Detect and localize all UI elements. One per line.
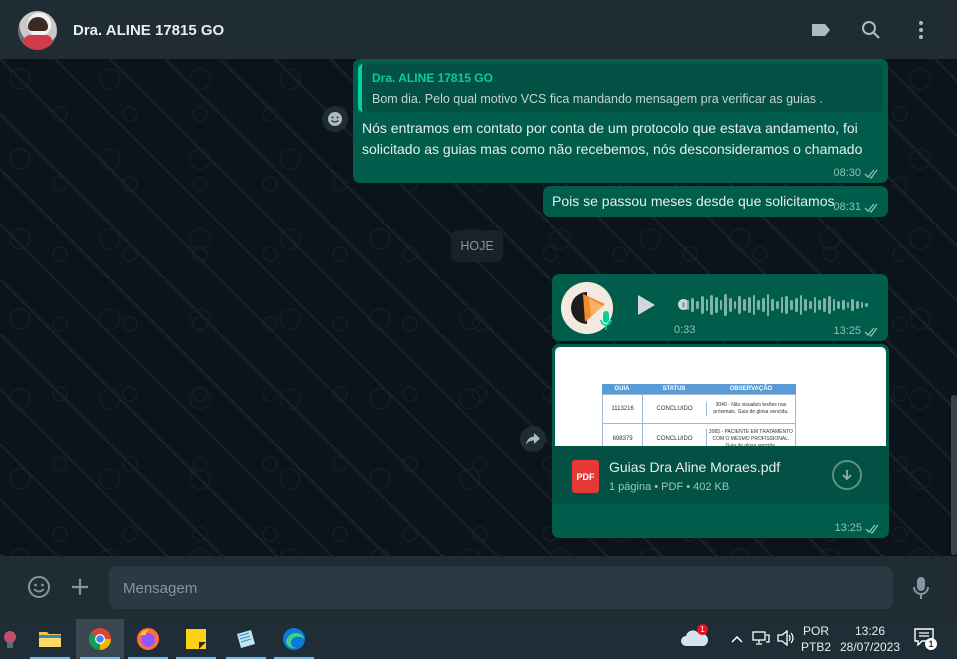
sticky-notes-icon[interactable]	[172, 619, 220, 659]
document-message[interactable]: GUIA STATUS OBSERVAÇÃO 1113216 CONCLUIDO…	[552, 344, 889, 538]
microphone-icon[interactable]	[908, 575, 934, 601]
double-check-icon	[864, 327, 878, 337]
message-input-wrapper	[109, 566, 893, 611]
message-time: 08:31	[833, 201, 861, 213]
message-time: 13:25	[834, 522, 862, 534]
audio-message[interactable]: 0:33 13:25	[552, 274, 888, 341]
document-info: 1 página • PDF • 402 KB	[609, 481, 730, 493]
chat-area[interactable]: Dra. ALINE 17815 GO Bom dia. Pelo qual m…	[0, 59, 957, 556]
notepad-icon[interactable]	[222, 619, 270, 659]
preview-header-cell: STATUS	[662, 386, 686, 392]
search-icon[interactable]	[858, 17, 884, 43]
preview-cell: CONCLUIDO	[642, 395, 706, 423]
language-indicator[interactable]: POR PTB2	[801, 623, 831, 655]
double-check-icon	[865, 524, 879, 534]
mic-icon	[599, 310, 613, 332]
onedrive-icon[interactable]: 1	[681, 624, 709, 648]
message-composer	[0, 556, 957, 619]
quoted-message[interactable]: Dra. ALINE 17815 GO Bom dia. Pelo qual m…	[358, 64, 883, 112]
network-icon[interactable]	[752, 630, 770, 651]
message-meta: 13:25	[833, 325, 880, 337]
chevron-up-icon[interactable]	[730, 631, 744, 649]
quoted-text: Bom dia. Pelo qual motivo VCS fica manda…	[372, 92, 823, 106]
attach-plus-icon[interactable]	[67, 574, 93, 600]
preview-header-cell: OBSERVAÇÃO	[729, 386, 773, 392]
download-icon[interactable]	[832, 460, 862, 490]
preview-cell: 698379	[612, 436, 633, 442]
preview-cell: 3040 - Não visualizo lesões nas próximai…	[705, 402, 795, 416]
chrome-icon[interactable]	[76, 619, 124, 659]
volume-icon[interactable]	[776, 629, 794, 651]
document-name[interactable]: Guias Dra Aline Moraes.pdf	[609, 459, 780, 475]
label-icon[interactable]	[808, 17, 834, 43]
double-check-icon	[864, 169, 878, 179]
message-meta: 13:25	[834, 522, 881, 534]
double-check-icon	[864, 203, 878, 213]
contact-avatar[interactable]	[18, 11, 57, 50]
windows-taskbar: 1 POR PTB2 13:26 28/07/2023 1	[0, 619, 957, 659]
preview-cell: 3065 - PACIENTE EM TRATAMENTO COM O MESM…	[705, 428, 795, 446]
message-bubble-2[interactable]: Pois se passou meses desde que solicitam…	[543, 186, 888, 217]
message-time: 08:30	[833, 167, 861, 179]
notifications-icon[interactable]: 1	[914, 628, 938, 650]
message-text: Pois se passou meses desde que solicitam…	[552, 193, 835, 209]
document-preview[interactable]: GUIA STATUS OBSERVAÇÃO 1113216 CONCLUIDO…	[555, 347, 886, 446]
edge-icon[interactable]	[270, 619, 318, 659]
cloud-badge: 1	[697, 624, 708, 635]
chat-scrollbar[interactable]	[951, 395, 957, 555]
forward-icon[interactable]	[520, 426, 546, 452]
emoji-icon[interactable]	[26, 574, 52, 600]
message-meta: 08:30	[833, 167, 880, 179]
audio-duration: 0:33	[674, 324, 696, 336]
menu-icon[interactable]	[908, 17, 934, 43]
firefox-icon[interactable]	[124, 619, 172, 659]
react-icon[interactable]	[322, 106, 348, 132]
file-explorer-icon[interactable]	[26, 619, 74, 659]
message-text: Nós entramos em contato por conta de um …	[362, 120, 863, 157]
day-separator: HOJE	[451, 230, 503, 262]
quoted-author: Dra. ALINE 17815 GO	[372, 71, 493, 85]
message-bubble-reply[interactable]: Dra. ALINE 17815 GO Bom dia. Pelo qual m…	[353, 59, 888, 183]
pdf-file-icon: PDF	[572, 460, 599, 493]
audio-waveform[interactable]	[682, 294, 869, 316]
message-meta: 08:31	[833, 201, 880, 213]
chat-header: Dra. ALINE 17815 GO	[0, 0, 957, 59]
preview-table: GUIA STATUS OBSERVAÇÃO 1113216 CONCLUIDO…	[602, 384, 796, 446]
preview-cell: CONCLUIDO	[642, 424, 706, 446]
play-icon[interactable]	[635, 293, 657, 317]
preview-cell: 1113216	[611, 406, 634, 412]
document-info-row[interactable]: PDF Guias Dra Aline Moraes.pdf 1 página …	[552, 446, 889, 504]
message-input[interactable]	[121, 566, 885, 611]
contact-name[interactable]: Dra. ALINE 17815 GO	[73, 22, 224, 39]
notification-badge: 1	[925, 638, 937, 650]
clock[interactable]: 13:26 28/07/2023	[838, 623, 902, 655]
preview-header-cell: GUIA	[614, 386, 630, 392]
message-time: 13:25	[833, 325, 861, 337]
